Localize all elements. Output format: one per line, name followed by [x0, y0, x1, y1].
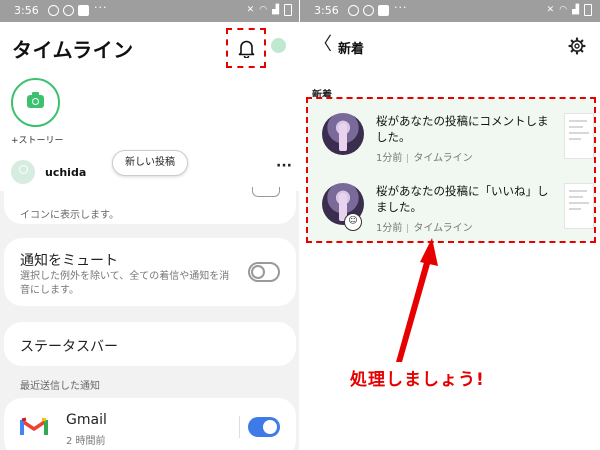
- wifi-icon: ◠: [259, 5, 268, 15]
- battery-icon: [584, 4, 592, 16]
- page-title: 新着: [338, 42, 365, 57]
- story-label: +ストーリー: [11, 136, 64, 146]
- user-name: uchida: [45, 166, 87, 179]
- gmail-icon: [20, 417, 48, 435]
- gear-icon[interactable]: [568, 37, 586, 55]
- callout-text: 処理しましょう!: [350, 370, 485, 390]
- notification-source: タイムライン: [413, 153, 473, 164]
- avatar[interactable]: [11, 160, 35, 184]
- status-system-icons: ✕ ◠ ▟: [547, 4, 592, 16]
- notification-meta: 1分前 タイムライン: [376, 219, 473, 234]
- notifications-highlight: 桜があなたの投稿にコメントしました。 1分前 タイムライン ☺ 桜があなたの投稿に…: [306, 97, 596, 243]
- recent-notifications-label: 最近送信した通知: [20, 381, 100, 392]
- gmail-app-row[interactable]: Gmail 2 時間前: [4, 398, 296, 450]
- mute-title: 通知をミュート: [20, 253, 118, 269]
- gmail-toggle[interactable]: [248, 417, 280, 437]
- settings-card-partial: イコンに表示します。: [4, 187, 296, 224]
- post-thumbnail[interactable]: [564, 183, 594, 229]
- camera-icon: [27, 92, 44, 108]
- partial-toggle[interactable]: [252, 187, 280, 197]
- notification-source: タイムライン: [413, 223, 473, 234]
- notification-time: 1分前: [376, 153, 403, 164]
- chat-icon: [363, 5, 374, 16]
- chat-icon: [48, 5, 59, 16]
- thumbnail-line: [569, 208, 581, 210]
- status-bar-setting-card[interactable]: ステータスバー: [4, 322, 296, 366]
- notification-text: 桜があなたの投稿に「いいね」しました。: [376, 184, 549, 214]
- notification-meta: 1分前 タイムライン: [376, 149, 473, 164]
- mute-icon: ✕: [246, 5, 255, 15]
- thumbnail-line: [569, 202, 589, 204]
- status-system-icons: ✕ ◠ ▟: [247, 4, 292, 16]
- status-bar: 3:56 ··· ✕ ◠ ▟: [300, 0, 600, 22]
- separator: [407, 223, 409, 233]
- gmail-subtitle: 2 時間前: [66, 436, 106, 447]
- notification-bell-button[interactable]: [226, 28, 266, 68]
- back-button[interactable]: 〈: [314, 36, 332, 54]
- mute-notifications-card[interactable]: 通知をミュート 選択した例外を除いて、全ての着信や通知を消音にします。: [4, 238, 296, 306]
- mute-description: 選択した例外を除いて、全ての着信や通知を消音にします。: [20, 271, 230, 296]
- thumbnail-line: [569, 190, 587, 192]
- status-overflow: ···: [94, 1, 108, 14]
- status-time: 3:56: [314, 4, 339, 17]
- gmail-title: Gmail: [66, 412, 107, 428]
- new-post-button[interactable]: 新しい投稿: [112, 150, 188, 176]
- partial-description-text: イコンに表示します。: [20, 210, 119, 221]
- divider: [239, 416, 240, 438]
- mute-icon: ✕: [546, 5, 555, 15]
- signal-icon: ▟: [572, 5, 579, 15]
- partial-description: イコンに表示します。: [20, 195, 119, 223]
- bell-icon: [238, 40, 255, 58]
- notification-time: 1分前: [376, 223, 403, 234]
- avatar[interactable]: [322, 113, 364, 155]
- separator: [407, 153, 409, 163]
- status-notification-icons: [348, 5, 389, 16]
- post-thumbnail[interactable]: [564, 113, 594, 159]
- thumbnail-line: [569, 132, 589, 134]
- more-options-icon[interactable]: ···: [276, 159, 292, 173]
- page-title: タイムライン: [12, 38, 134, 62]
- add-story-button[interactable]: [11, 78, 60, 127]
- app-icon: [78, 5, 89, 16]
- timeline-screen: 3:56 ··· ✕ ◠ ▟ タイムライン +ストーリー uchida ···: [0, 0, 300, 450]
- thumbnail-line: [569, 126, 583, 128]
- thumbnail-line: [569, 120, 587, 122]
- thumbnail-line: [569, 196, 583, 198]
- wifi-icon: ◠: [559, 5, 568, 15]
- status-time: 3:56: [14, 4, 39, 17]
- chat-icon: [348, 5, 359, 16]
- reaction-emoji-icon: ☺: [344, 213, 362, 231]
- notification-text: 桜があなたの投稿にコメントしました。: [376, 114, 549, 144]
- app-icon: [378, 5, 389, 16]
- status-bar-setting-title: ステータスバー: [20, 339, 118, 355]
- avatar-figure: [339, 123, 347, 151]
- mute-toggle[interactable]: [248, 262, 280, 282]
- signal-icon: ▟: [272, 5, 279, 15]
- status-overflow: ···: [394, 1, 408, 14]
- thumbnail-line: [569, 138, 581, 140]
- battery-icon: [284, 4, 292, 16]
- chat-icon: [63, 5, 74, 16]
- list-item[interactable]: ☺ 桜があなたの投稿に「いいね」しました。 1分前 タイムライン: [314, 173, 600, 241]
- status-notification-icons: [48, 5, 89, 16]
- list-item[interactable]: 桜があなたの投稿にコメントしました。 1分前 タイムライン: [314, 103, 600, 171]
- profile-avatar[interactable]: [271, 38, 286, 53]
- status-bar: 3:56 ··· ✕ ◠ ▟: [0, 0, 300, 22]
